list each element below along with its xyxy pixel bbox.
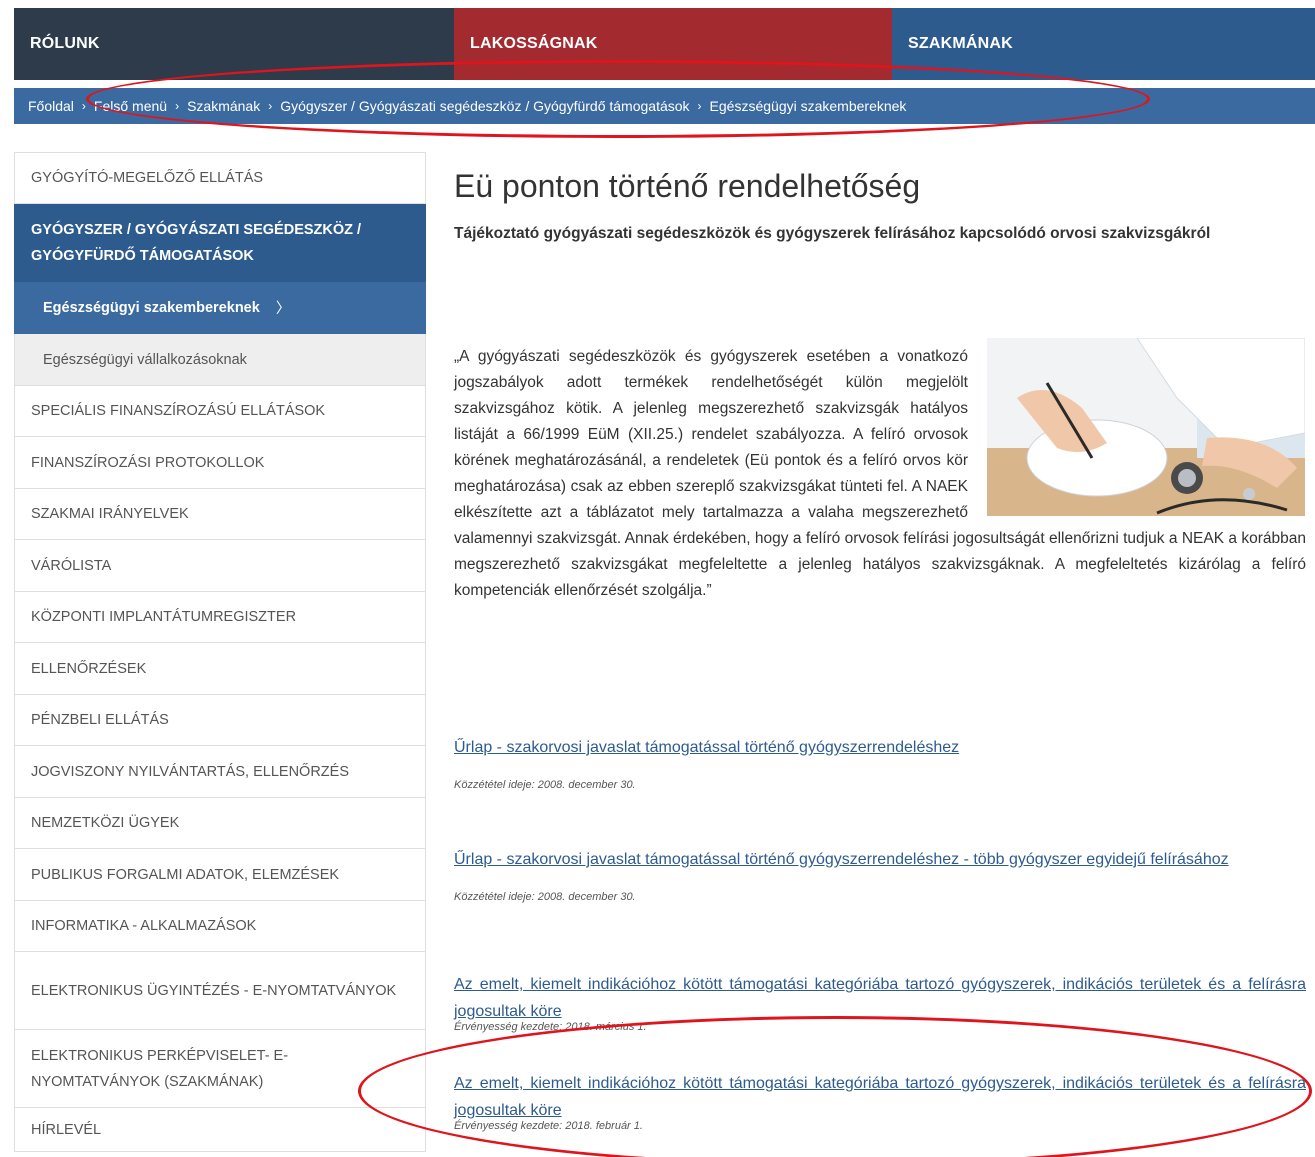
document-meta: Közzététel ideje: 2008. december 30. (454, 891, 636, 903)
sidebar-item-guidelines[interactable]: SZAKMAI IRÁNYELVEK (14, 489, 426, 540)
document-entry: Űrlap - szakorvosi javaslat támogatással… (454, 734, 1306, 791)
sidebar-item-public-data[interactable]: PUBLIKUS FORGALMI ADATOK, ELEMZÉSEK (14, 849, 426, 901)
sidebar-item-cash-benefits[interactable]: PÉNZBELI ELLÁTÁS (14, 695, 426, 746)
breadcrumb-current: Egészségügyi szakembereknek (709, 98, 907, 114)
sidebar-item-health-professionals[interactable]: Egészségügyi szakembereknek 〉 (14, 282, 426, 334)
lead-text: Tájékoztató gyógyászati segédeszközök és… (454, 225, 1211, 242)
sidebar-item-inspections[interactable]: ELLENŐRZÉSEK (14, 643, 426, 695)
document-link[interactable]: Űrlap - szakorvosi javaslat támogatással… (454, 846, 1306, 873)
breadcrumb-home[interactable]: Főoldal (28, 98, 74, 114)
document-link[interactable]: Az emelt, kiemelt indikációhoz kötött tá… (454, 1070, 1306, 1124)
sidebar-item-special-financing[interactable]: SPECIÁLIS FINANSZÍROZÁSÚ ELLÁTÁSOK (14, 386, 426, 437)
tab-szakmanak[interactable]: SZAKMÁNAK (892, 8, 1315, 80)
document-entry: Az emelt, kiemelt indikációhoz kötött tá… (454, 1070, 1306, 1132)
breadcrumb-medicine-support[interactable]: Gyógyszer / Gyógyászati segédeszköz / Gy… (280, 98, 689, 114)
breadcrumb-top-menu[interactable]: Felső menü (94, 98, 167, 114)
sidebar-item-e-representation[interactable]: ELEKTRONIKUS PERKÉPVISELET- E-NYOMTATVÁN… (14, 1030, 426, 1108)
tab-lakossagnak[interactable]: LAKOSSÁGNAK (454, 8, 892, 80)
sidebar-item-healing-prevention[interactable]: GYÓGYÍTÓ-MEGELŐZŐ ELLÁTÁS (14, 152, 426, 204)
top-navigation: RÓLUNK LAKOSSÁGNAK SZAKMÁNAK (14, 8, 1315, 80)
document-entry: Űrlap - szakorvosi javaslat támogatással… (454, 846, 1306, 903)
document-meta: Érvényesség kezdete: 2018. március 1. (454, 1021, 647, 1033)
chevron-right-icon: 〉 (275, 301, 291, 317)
document-meta: Érvényesség kezdete: 2018. február 1. (454, 1120, 643, 1132)
document-link[interactable]: Űrlap - szakorvosi javaslat támogatással… (454, 734, 1306, 761)
sidebar-item-financing-protocols[interactable]: FINANSZÍROZÁSI PROTOKOLLOK (14, 437, 426, 489)
document-link[interactable]: Az emelt, kiemelt indikációhoz kötött tá… (454, 971, 1306, 1025)
breadcrumb-separator-icon: › (697, 99, 702, 113)
sidebar-item-health-businesses[interactable]: Egészségügyi vállalkozásoknak (14, 334, 426, 386)
breadcrumb-separator-icon: › (175, 99, 180, 113)
sidebar-item-waiting-list[interactable]: VÁRÓLISTA (14, 540, 426, 592)
breadcrumb: Főoldal › Felső menü › Szakmának › Gyógy… (14, 88, 1315, 124)
main-content: Eü ponton történő rendelhetőség Tájékozt… (454, 168, 1306, 1132)
sidebar-item-legal-relationship[interactable]: JOGVISZONY NYILVÁNTARTÁS, ELLENŐRZÉS (14, 746, 426, 798)
sidebar-item-implant-registry[interactable]: KÖZPONTI IMPLANTÁTUMREGISZTER (14, 592, 426, 643)
breadcrumb-separator-icon: › (81, 99, 86, 113)
sidebar-item-label: Egészségügyi szakembereknek (43, 299, 260, 316)
sidebar-item-it-applications[interactable]: INFORMATIKA - ALKALMAZÁSOK (14, 901, 426, 952)
breadcrumb-professional[interactable]: Szakmának (187, 98, 260, 114)
document-entry: Az emelt, kiemelt indikációhoz kötött tá… (454, 971, 1306, 1033)
sidebar-item-medicine-support[interactable]: GYÓGYSZER / GYÓGYÁSZATI SEGÉDESZKÖZ / GY… (14, 204, 426, 282)
sidebar-item-newsletter[interactable]: HÍRLEVÉL (14, 1108, 426, 1152)
doctor-writing-photo (987, 338, 1305, 516)
breadcrumb-separator-icon: › (268, 99, 273, 113)
page-title: Eü ponton történő rendelhetőség (454, 168, 921, 204)
sidebar-item-e-forms[interactable]: ELEKTRONIKUS ÜGYINTÉZÉS - E-NYOMTATVÁNYO… (14, 952, 426, 1030)
document-meta: Közzététel ideje: 2008. december 30. (454, 779, 636, 791)
tab-rolunk[interactable]: RÓLUNK (14, 8, 454, 80)
sidebar-menu: GYÓGYÍTÓ-MEGELŐZŐ ELLÁTÁS GYÓGYSZER / GY… (14, 152, 426, 1152)
sidebar-item-international[interactable]: NEMZETKÖZI ÜGYEK (14, 798, 426, 849)
